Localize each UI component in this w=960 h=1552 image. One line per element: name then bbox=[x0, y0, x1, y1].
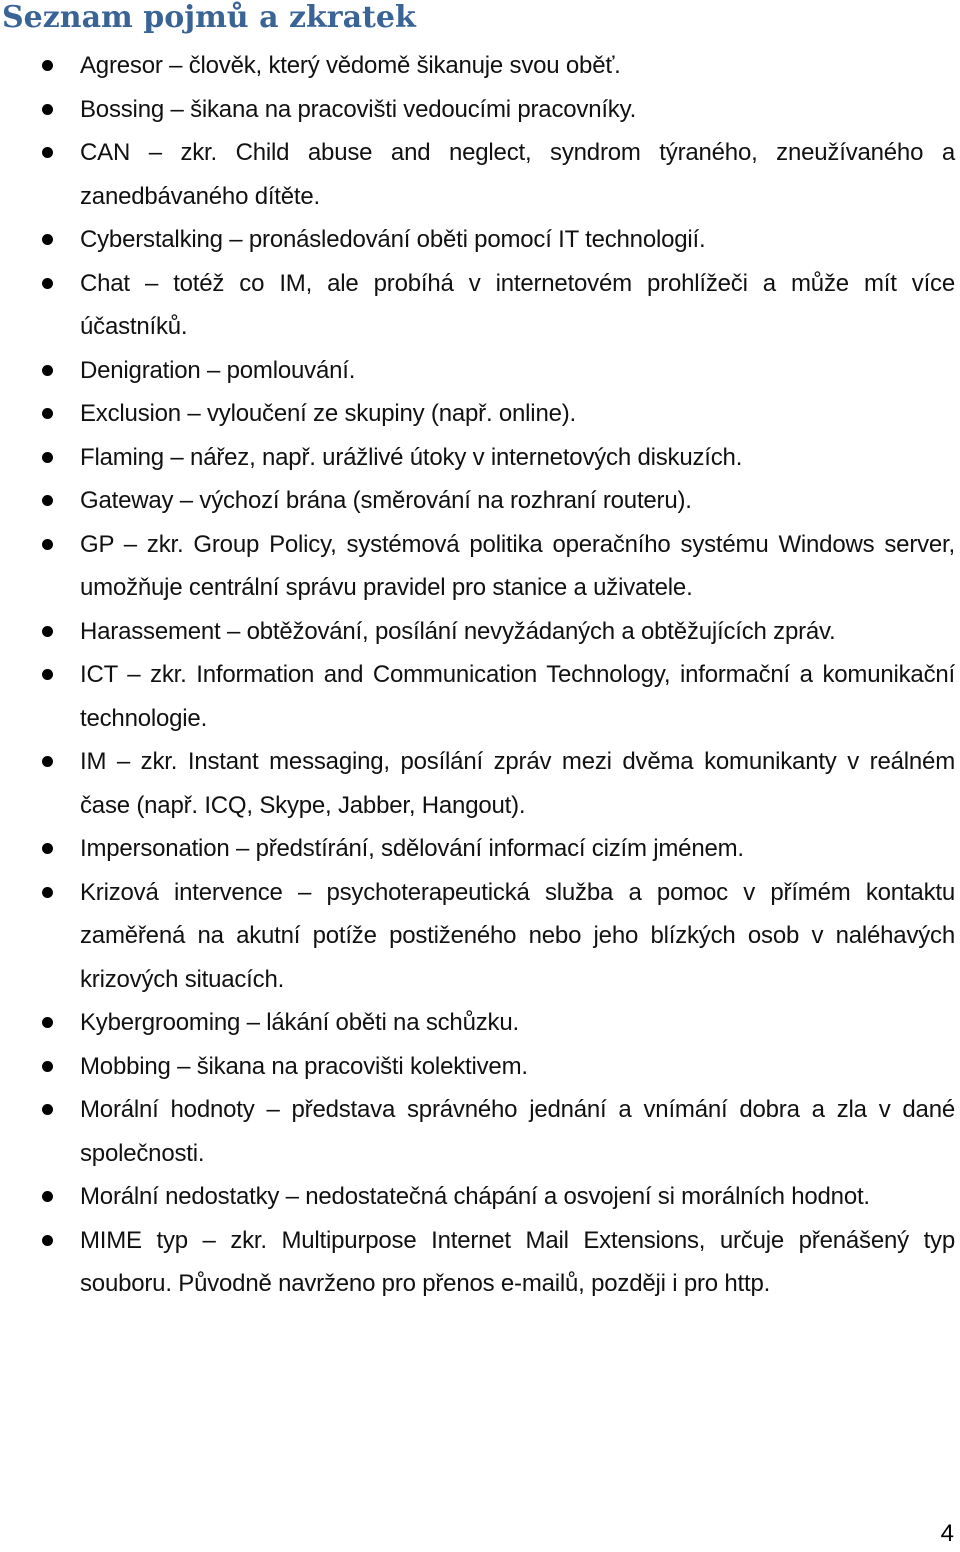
bullet-icon bbox=[42, 1060, 53, 1072]
bullet-icon bbox=[42, 669, 53, 680]
glossary-item-text: Morální hodnoty – představa správného je… bbox=[80, 1096, 955, 1167]
page-number: 4 bbox=[940, 1520, 954, 1547]
glossary-item-text: Cyberstalking – pronásledování oběti pom… bbox=[80, 226, 706, 253]
bullet-icon bbox=[42, 1017, 53, 1028]
glossary-item: Mobbing – šikana na pracovišti kolektive… bbox=[0, 1045, 960, 1089]
glossary-item-text: Kybergrooming – lákání oběti na schůzku. bbox=[80, 1009, 519, 1036]
glossary-item: CAN – zkr. Child abuse and neglect, synd… bbox=[0, 131, 960, 218]
glossary-item-text: CAN – zkr. Child abuse and neglect, synd… bbox=[80, 139, 955, 210]
glossary-item: MIME typ – zkr. Multipurpose Internet Ma… bbox=[0, 1219, 960, 1306]
glossary-item-text: Mobbing – šikana na pracovišti kolektive… bbox=[80, 1052, 528, 1080]
glossary-item-text: Harassement – obtěžování, posílání nevyž… bbox=[80, 617, 836, 645]
glossary-item: Morální nedostatky – nedostatečná chápán… bbox=[0, 1175, 960, 1219]
glossary-item: GP – zkr. Group Policy, systémová politi… bbox=[0, 523, 960, 610]
glossary-item-text: Morální nedostatky – nedostatečná chápán… bbox=[80, 1183, 870, 1210]
glossary-item-text: Bossing – šikana na pracovišti vedoucími… bbox=[80, 95, 637, 123]
glossary-item: IM – zkr. Instant messaging, posílání zp… bbox=[0, 740, 960, 827]
bullet-icon bbox=[42, 234, 53, 245]
bullet-icon bbox=[42, 538, 53, 550]
document-page: Seznam pojmů a zkratek Agresor – člověk,… bbox=[0, 0, 960, 1552]
glossary-item: Kybergrooming – lákání oběti na schůzku. bbox=[0, 1001, 960, 1045]
glossary-item: ICT – zkr. Information and Communication… bbox=[0, 653, 960, 740]
glossary-item: Chat – totéž co IM, ale probíhá v intern… bbox=[0, 262, 960, 349]
bullet-icon bbox=[42, 625, 53, 637]
bullet-icon bbox=[42, 756, 53, 767]
bullet-icon bbox=[42, 60, 53, 71]
glossary-item: Denigration – pomlouvání. bbox=[0, 349, 960, 393]
bullet-icon bbox=[42, 103, 53, 115]
glossary-item-text: IM – zkr. Instant messaging, posílání zp… bbox=[80, 748, 955, 819]
glossary-item: Agresor – člověk, který vědomě šikanuje … bbox=[0, 44, 960, 88]
bullet-icon bbox=[42, 277, 53, 289]
glossary-item: Exclusion – vyloučení ze skupiny (např. … bbox=[0, 392, 960, 436]
bullet-icon bbox=[42, 364, 53, 376]
glossary-item-text: Krizová intervence – psychoterapeutická … bbox=[80, 878, 955, 993]
glossary-item-text: Denigration – pomlouvání. bbox=[80, 356, 356, 384]
bullet-icon bbox=[42, 451, 53, 463]
glossary-item-text: Gateway – výchozí brána (směrování na ro… bbox=[80, 487, 692, 514]
glossary-item: Morální hodnoty – představa správného je… bbox=[0, 1088, 960, 1175]
bullet-icon bbox=[42, 1191, 53, 1202]
glossary-list: Agresor – člověk, který vědomě šikanuje … bbox=[0, 44, 960, 1306]
glossary-item: Flaming – nářez, např. urážlivé útoky v … bbox=[0, 436, 960, 480]
glossary-item-text: GP – zkr. Group Policy, systémová politi… bbox=[80, 530, 955, 602]
glossary-item: Bossing – šikana na pracovišti vedoucími… bbox=[0, 88, 960, 132]
bullet-icon bbox=[42, 843, 53, 854]
glossary-item-text: Impersonation – předstírání, sdělování i… bbox=[80, 835, 744, 862]
bullet-icon bbox=[42, 1104, 53, 1115]
bullet-icon bbox=[42, 495, 53, 506]
glossary-item: Harassement – obtěžování, posílání nevyž… bbox=[0, 610, 960, 654]
bullet-icon bbox=[42, 1234, 53, 1246]
glossary-item-text: Flaming – nářez, např. urážlivé útoky v … bbox=[80, 443, 743, 471]
glossary-item-text: Chat – totéž co IM, ale probíhá v intern… bbox=[80, 269, 955, 341]
bullet-icon bbox=[42, 886, 53, 898]
glossary-item: Impersonation – předstírání, sdělování i… bbox=[0, 827, 960, 871]
glossary-item: Cyberstalking – pronásledování oběti pom… bbox=[0, 218, 960, 262]
glossary-item: Krizová intervence – psychoterapeutická … bbox=[0, 871, 960, 1002]
page-title: Seznam pojmů a zkratek bbox=[2, 0, 416, 35]
glossary-item-text: Agresor – člověk, který vědomě šikanuje … bbox=[80, 52, 621, 79]
bullet-icon bbox=[42, 408, 53, 419]
glossary-item-text: MIME typ – zkr. Multipurpose Internet Ma… bbox=[80, 1226, 955, 1298]
glossary-item-text: ICT – zkr. Information and Communication… bbox=[80, 661, 955, 732]
bullet-icon bbox=[42, 147, 53, 158]
glossary-item: Gateway – výchozí brána (směrování na ro… bbox=[0, 479, 960, 523]
glossary-item-text: Exclusion – vyloučení ze skupiny (např. … bbox=[80, 400, 576, 427]
